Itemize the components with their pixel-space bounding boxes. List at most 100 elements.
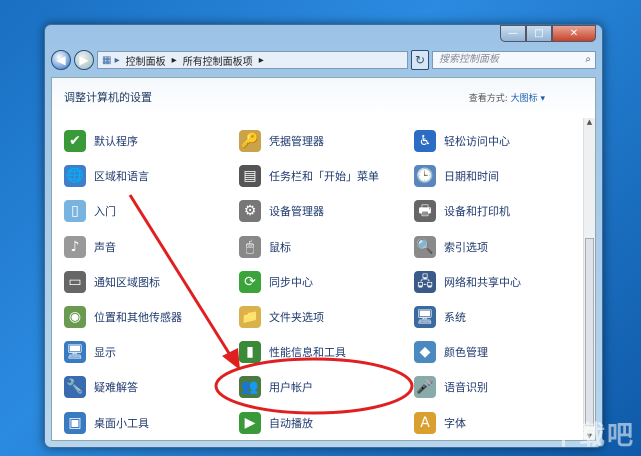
control-panel-item[interactable]: ⚙ 设备管理器	[239, 196, 324, 226]
gadgets-icon: ▣	[64, 411, 86, 434]
forward-button[interactable]: ▶	[74, 50, 94, 70]
control-panel-item[interactable]: 🌐 区域和语言	[64, 161, 149, 191]
control-panel-item[interactable]: ▯ 入门	[64, 196, 116, 226]
notification-icons-icon: ▭	[64, 270, 86, 293]
item-label: 鼠标	[269, 240, 291, 254]
sound-icon: ♪	[64, 235, 86, 258]
navigation-bar: ◀ ▶ ▦ ▸ 控制面板 ▸ 所有控制面板项 ▸ ↻ 搜索控制面板 ⌕	[51, 49, 596, 71]
control-panel-item[interactable]: ◉ 位置和其他传感器	[64, 302, 182, 332]
control-panel-item[interactable]: 🔧 疑难解答	[64, 372, 138, 402]
control-panel-item[interactable]: 🎤 语音识别	[414, 372, 488, 402]
items-grid: ✔ 默认程序 🔑 凭据管理器 ♿ 轻松访问中心 🌐 区域和语言 ▤ 任务栏和「开始」菜单 🕒 日期和时…	[52, 118, 581, 440]
item-label: 语音识别	[444, 381, 488, 395]
control-panel-item[interactable]: 🖱 鼠标	[239, 232, 291, 262]
speech-recognition-icon: 🎤	[414, 376, 436, 399]
control-panel-window: — □ ✕ ◀ ▶ ▦ ▸ 控制面板 ▸ 所有控制面板项 ▸ ↻ 搜索控制面板 ⌕ 调…	[44, 24, 603, 448]
control-panel-item[interactable]: 👥 用户帐户	[239, 372, 313, 402]
control-panel-item[interactable]: ✔ 默认程序	[64, 126, 138, 156]
control-panel-item[interactable]: ♿ 轻松访问中心	[414, 126, 510, 156]
control-panel-item[interactable]: ▣ 桌面小工具	[64, 408, 149, 438]
item-label: 显示	[94, 346, 116, 360]
user-accounts-icon: 👥	[239, 376, 261, 399]
location-sensors-icon: ◉	[64, 306, 86, 328]
control-panel-item[interactable]: 🖥 显示	[64, 337, 116, 367]
folder-options-icon: 📁	[239, 306, 261, 328]
control-panel-item[interactable]: 📁 文件夹选项	[239, 302, 324, 332]
item-label: 日期和时间	[444, 170, 499, 184]
device-manager-icon: ⚙	[239, 200, 261, 223]
view-by: 查看方式: 大图标 ▾	[469, 91, 545, 104]
color-management-icon: ◆	[414, 341, 436, 364]
item-label: 设备管理器	[269, 205, 324, 219]
control-panel-item[interactable]: A 字体	[414, 408, 466, 438]
breadcrumb-control-panel[interactable]: 控制面板	[126, 53, 166, 68]
search-icon: ⌕	[585, 54, 591, 65]
item-label: 用户帐户	[269, 381, 313, 395]
scrollbar-thumb[interactable]	[585, 238, 594, 426]
page-title: 调整计算机的设置	[64, 91, 152, 104]
item-label: 设备和打印机	[444, 205, 510, 219]
minimize-button[interactable]: —	[500, 25, 526, 42]
devices-printers-icon: 🖶	[414, 200, 436, 223]
control-panel-item[interactable]: 🕒 日期和时间	[414, 161, 499, 191]
item-label: 疑难解答	[94, 381, 138, 395]
item-label: 性能信息和工具	[269, 346, 346, 360]
item-label: 任务栏和「开始」菜单	[269, 170, 379, 184]
troubleshooting-icon: 🔧	[64, 376, 86, 399]
address-bar[interactable]: ▦ ▸ 控制面板 ▸ 所有控制面板项 ▸	[97, 51, 408, 69]
fonts-icon: A	[414, 411, 436, 434]
search-input[interactable]: 搜索控制面板 ⌕	[432, 51, 596, 69]
network-icon: 🖧	[414, 270, 436, 293]
item-label: 通知区域图标	[94, 275, 160, 289]
getting-started-icon: ▯	[64, 200, 86, 223]
view-by-dropdown[interactable]: 大图标 ▾	[511, 94, 545, 104]
maximize-button[interactable]: □	[526, 25, 552, 42]
item-label: 声音	[94, 240, 116, 254]
close-button[interactable]: ✕	[552, 25, 596, 42]
item-label: 网络和共享中心	[444, 275, 521, 289]
breadcrumb-separator: ▸	[258, 54, 264, 66]
view-by-label: 查看方式:	[468, 93, 508, 104]
control-panel-item[interactable]: ▭ 通知区域图标	[64, 267, 160, 297]
item-label: 区域和语言	[94, 170, 149, 184]
watermark: 下载吧	[550, 421, 635, 451]
item-label: 字体	[444, 416, 466, 430]
control-panel-item[interactable]: 🖶 设备和打印机	[414, 196, 510, 226]
scrollbar[interactable]: ▲ ▼	[583, 118, 595, 440]
control-panel-item[interactable]: 🖧 网络和共享中心	[414, 267, 521, 297]
back-button[interactable]: ◀	[51, 50, 71, 70]
sync-center-icon: ⟳	[239, 270, 261, 293]
control-panel-item[interactable]: ⟳ 同步中心	[239, 267, 313, 297]
item-label: 索引选项	[444, 240, 488, 254]
item-label: 自动播放	[269, 416, 313, 430]
control-panel-item[interactable]: ♪ 声音	[64, 232, 116, 262]
item-label: 默认程序	[94, 135, 138, 148]
control-panel-item[interactable]: ▤ 任务栏和「开始」菜单	[239, 161, 379, 191]
control-panel-item[interactable]: 🖥 系统	[414, 302, 466, 332]
autoplay-icon: ▶	[239, 411, 261, 434]
indexing-icon: 🔍	[414, 235, 436, 258]
control-panel-item[interactable]: 🔑 凭据管理器	[239, 126, 324, 156]
refresh-button[interactable]: ↻	[411, 50, 429, 70]
item-label: 同步中心	[269, 275, 313, 289]
breadcrumb-separator: ▸	[171, 54, 177, 66]
system-icon: 🖥	[414, 306, 436, 328]
control-panel-icon: ▦ ▸	[102, 54, 120, 66]
control-panel-item[interactable]: ▮ 性能信息和工具	[239, 337, 346, 367]
region-language-icon: 🌐	[64, 165, 86, 188]
item-label: 文件夹选项	[269, 311, 324, 324]
control-panel-item[interactable]: 🔍 索引选项	[414, 232, 488, 262]
default-programs-icon: ✔	[64, 130, 86, 152]
date-time-icon: 🕒	[414, 165, 436, 188]
item-label: 入门	[94, 205, 116, 219]
mouse-icon: 🖱	[239, 235, 261, 258]
control-panel-item[interactable]: ▶ 自动播放	[239, 408, 313, 438]
credential-manager-icon: 🔑	[239, 130, 261, 152]
item-label: 凭据管理器	[269, 135, 324, 148]
search-placeholder: 搜索控制面板	[439, 54, 499, 65]
item-label: 桌面小工具	[94, 416, 149, 430]
display-icon: 🖥	[64, 341, 86, 364]
breadcrumb-all-items[interactable]: 所有控制面板项	[183, 53, 253, 68]
control-panel-item[interactable]: ◆ 颜色管理	[414, 337, 488, 367]
item-label: 系统	[444, 311, 466, 324]
